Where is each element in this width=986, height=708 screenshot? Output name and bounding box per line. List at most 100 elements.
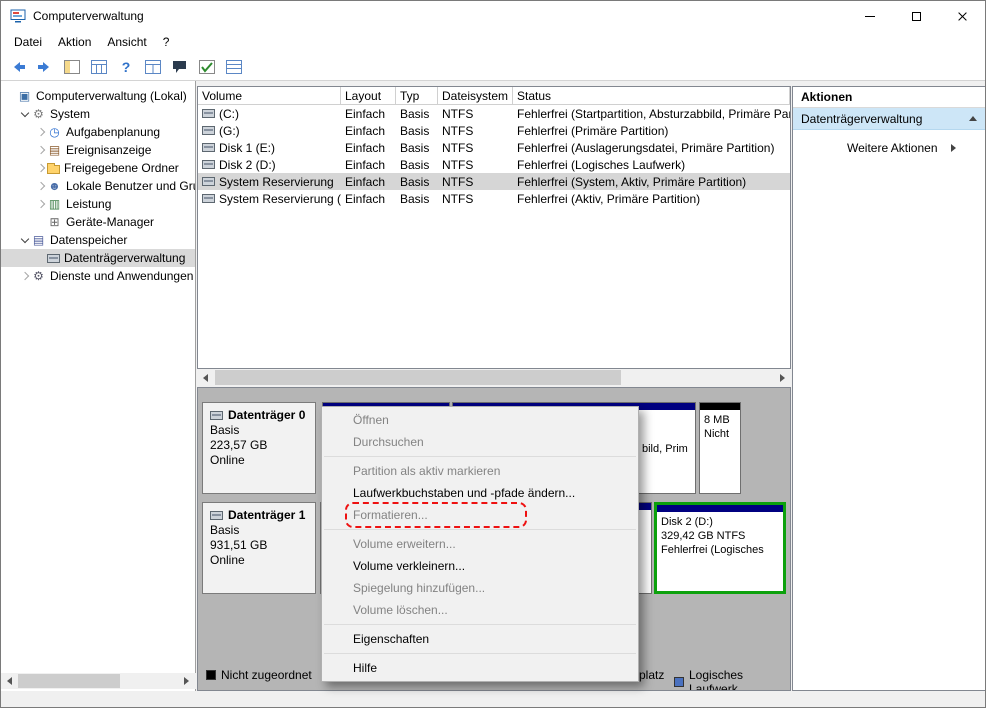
table-row-g[interactable]: (G:) Einfach Basis NTFS Fehlerfrei (Prim… [198,122,790,139]
cell-layout: Einfach [345,157,386,172]
disk-icon [202,194,215,203]
tree-item-aufgabenplanung[interactable]: Aufgabenplanung [1,123,195,141]
tree-item-label: Leistung [66,197,112,211]
scrollbar-thumb[interactable] [18,674,120,688]
console-tree: Computerverwaltung (Lokal) System Aufgab… [1,81,196,691]
show-console-tree-button[interactable] [59,55,85,79]
actions-item-weitere-aktionen[interactable]: Weitere Aktionen [793,137,985,159]
storage-icon [31,233,46,247]
cell-status: Fehlerfrei (Primäre Partition) [517,123,669,138]
menu-ansicht[interactable]: Ansicht [99,32,154,52]
back-button[interactable] [5,55,31,79]
context-menu: Öffnen Durchsuchen Partition als aktiv m… [321,406,639,682]
speech-bubble-icon [173,60,186,73]
comment-button[interactable] [167,55,193,79]
tree-item-lokale-benutzer[interactable]: Lokale Benutzer und Gru [1,177,195,195]
tree-item-label: Lokale Benutzer und Gru [66,179,196,193]
partition-text-fragment: bild, Prim [642,443,688,455]
scroll-right-arrow[interactable] [178,673,195,689]
menu-help[interactable]: ? [155,32,178,52]
forward-button[interactable] [32,55,58,79]
disk-icon [202,160,215,169]
cell-typ: Basis [400,140,430,155]
actions-section-datentraegerverwaltung[interactable]: Datenträgerverwaltung [793,108,985,130]
users-icon [47,179,62,193]
cell-fs: NTFS [442,123,474,138]
maximize-button[interactable] [893,1,939,31]
chevron-down-icon[interactable] [19,108,31,120]
tree-item-datenspeicher[interactable]: Datenspeicher [1,231,195,249]
column-header-status[interactable]: Status [513,87,790,104]
help-button[interactable]: ? [113,55,139,79]
view-details-button[interactable] [221,55,247,79]
folder-icon [47,163,60,174]
legend-label: platz [639,668,665,682]
cell-status: Fehlerfrei (Aktiv, Primäre Partition) [517,191,701,206]
tree-item-dienste-und-anwendungen[interactable]: Dienste und Anwendungen [1,267,195,285]
table-row-disk2-d[interactable]: Disk 2 (D:) Einfach Basis NTFS Fehlerfre… [198,156,790,173]
menu-item-open: Öffnen [353,413,389,427]
device-manager-icon [47,215,62,229]
table-row-disk1-e[interactable]: Disk 1 (E:) Einfach Basis NTFS Fehlerfre… [198,139,790,156]
cell-typ: Basis [400,174,430,189]
tree-horizontal-scrollbar[interactable] [1,673,196,689]
menu-item-properties[interactable]: Eigenschaften [322,628,638,650]
chevron-right-icon[interactable] [19,270,31,282]
chevron-down-icon[interactable] [19,234,31,246]
menu-aktion[interactable]: Aktion [50,32,99,52]
disk0-label-box[interactable]: Datenträger 0 Basis 223,57 GB Online [202,402,316,494]
tree-item-ereignisanzeige[interactable]: Ereignisanzeige [1,141,195,159]
menu-item-change-drive-letter[interactable]: Laufwerkbuchstaben und -pfade ändern... [322,482,638,504]
cell-volume: (G:) [219,123,240,138]
table-row-c[interactable]: (C:) Einfach Basis NTFS Fehlerfrei (Star… [198,105,790,122]
properties-button[interactable] [86,55,112,79]
scrollbar-thumb[interactable] [215,370,621,385]
tree-item-system[interactable]: System [1,105,195,123]
scroll-left-arrow[interactable] [1,673,18,689]
tree-item-leistung[interactable]: Leistung [1,195,195,213]
tree-item-datentraegerverwaltung[interactable]: Datenträgerverwaltung [1,249,195,267]
toolbar: ? [1,53,985,81]
check-status-button[interactable] [194,55,220,79]
column-header-dateisystem[interactable]: Dateisystem [438,87,513,104]
column-header-layout[interactable]: Layout [341,87,396,104]
tree-item-label: Aufgabenplanung [66,125,161,139]
column-header-typ[interactable]: Typ [396,87,438,104]
system-tools-icon [31,107,46,121]
details-table-icon [226,59,242,74]
table-row-system-reservierung[interactable]: System Reservierung Einfach Basis NTFS F… [198,173,790,190]
tree-item-label: Ereignisanzeige [66,143,152,157]
menu-item-help[interactable]: Hilfe [322,657,638,679]
tree-item-freigegebene-ordner[interactable]: Freigegebene Ordner [1,159,195,177]
chevron-right-icon[interactable] [35,162,47,174]
chevron-right-icon[interactable] [35,144,47,156]
disk1-partition-d-selected[interactable]: Disk 2 (D:) 329,42 GB NTFS Fehlerfrei (L… [654,502,786,594]
column-header-volume[interactable]: Volume [198,87,341,104]
cell-status: Fehlerfrei (Logisches Laufwerk) [517,157,686,172]
scroll-left-arrow[interactable] [197,369,214,386]
chevron-up-icon[interactable] [969,116,977,121]
cell-layout: Einfach [345,123,386,138]
disk1-label-box[interactable]: Datenträger 1 Basis 931,51 GB Online [202,502,316,594]
chevron-right-icon[interactable] [35,126,47,138]
tree-item-label: Dienste und Anwendungen [50,269,194,283]
tree-item-geraete-manager[interactable]: Geräte-Manager [1,213,195,231]
view-table-button[interactable] [140,55,166,79]
minimize-button[interactable] [847,1,893,31]
chevron-right-icon[interactable] [35,198,47,210]
cell-volume: Disk 2 (D:) [219,157,276,172]
volume-list-horizontal-scrollbar[interactable] [197,369,791,386]
legend-unallocated: Nicht zugeordnet [206,668,312,682]
table-row-system-reservierung-f[interactable]: System Reservierung (F:) Einfach Basis N… [198,190,790,207]
menu-item-shrink-volume[interactable]: Volume verkleinern... [322,555,638,577]
cell-typ: Basis [400,123,430,138]
close-button[interactable] [939,1,985,31]
scroll-right-arrow[interactable] [774,369,791,386]
cell-status: Fehlerfrei (Startpartition, Absturzabbil… [517,106,790,121]
tree-item-computerverwaltung[interactable]: Computerverwaltung (Lokal) [1,87,195,105]
disk0-unallocated[interactable]: 8 MB Nicht [699,402,741,494]
computer-icon [17,89,32,103]
services-icon [31,269,46,283]
menu-datei[interactable]: Datei [6,32,50,52]
chevron-right-icon[interactable] [35,180,47,192]
